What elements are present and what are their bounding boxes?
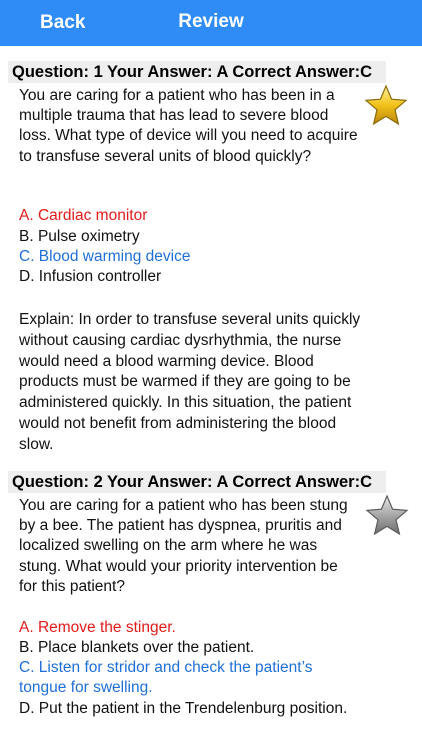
option-c: C. Listen for stridor and check the pati… <box>19 659 313 697</box>
option-d: D. Put the patient in the Trendelenburg … <box>19 700 348 717</box>
question-header: Question: 2 Your Answer: A Correct Answe… <box>8 471 386 493</box>
question-text: You are caring for a patient who has bee… <box>19 497 348 595</box>
explanation-text: Explain: In order to transfuse several u… <box>19 311 361 453</box>
option-c: C. Blood warming device <box>19 248 191 265</box>
option-a: A. Cardiac monitor <box>19 207 148 224</box>
option-b: B. Pulse oximetry <box>19 228 140 245</box>
page-title: Review <box>178 11 244 32</box>
option-a: A. Remove the stinger. <box>19 619 176 636</box>
question-header: Question: 1 Your Answer: A Correct Answe… <box>8 61 386 83</box>
gray-star-icon[interactable] <box>365 494 409 538</box>
option-b: B. Place blankets over the patient. <box>19 639 255 656</box>
gold-star-icon[interactable] <box>364 84 408 128</box>
question-text: You are caring for a patient who has bee… <box>19 87 358 165</box>
nav-bar: Back Review <box>0 0 422 46</box>
option-d: D. Infusion controller <box>19 268 162 285</box>
